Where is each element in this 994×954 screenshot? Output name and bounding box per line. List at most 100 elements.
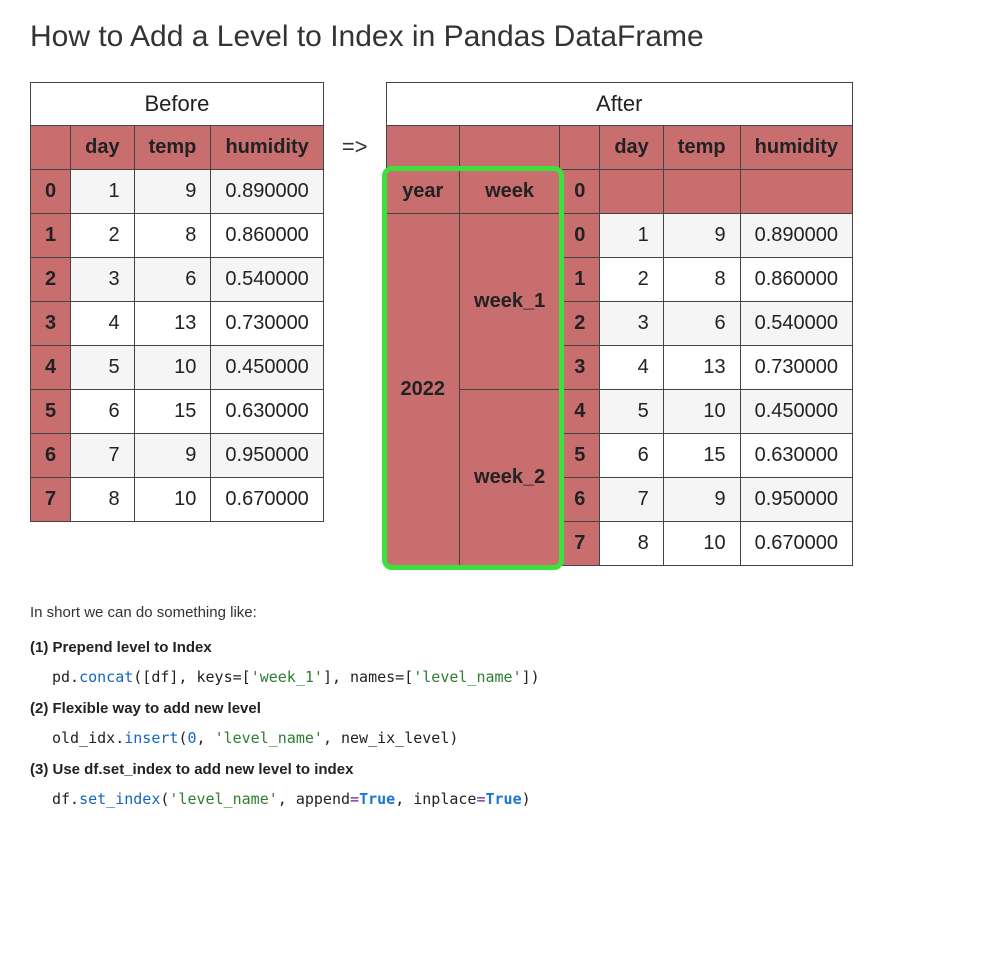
- after-blank-cell: [740, 170, 852, 214]
- explain-text: In short we can do something like:: [30, 604, 964, 621]
- section-2-code: old_idx.insert(0, 'level_name', new_ix_l…: [52, 729, 964, 747]
- after-cell-temp: 8: [663, 258, 740, 302]
- after-cell-temp: 6: [663, 302, 740, 346]
- after-idx-header-num: [560, 126, 600, 170]
- after-row-idx: 3: [560, 346, 600, 390]
- after-cell-humidity: 0.730000: [740, 346, 852, 390]
- before-cell-temp: 6: [134, 258, 211, 302]
- after-col-humidity: humidity: [740, 126, 852, 170]
- after-idx-header-week: [460, 126, 560, 170]
- before-idx-header: [31, 126, 71, 170]
- after-cell-humidity: 0.890000: [740, 214, 852, 258]
- after-cell-day: 8: [600, 522, 663, 566]
- after-col-temp: temp: [663, 126, 740, 170]
- before-cell-humidity: 0.540000: [211, 258, 323, 302]
- before-cell-humidity: 0.630000: [211, 390, 323, 434]
- before-col-temp: temp: [134, 126, 211, 170]
- after-caption: After: [386, 83, 852, 126]
- section-3-title: (3) Use df.set_index to add new level to…: [30, 761, 964, 778]
- after-cell-humidity: 0.950000: [740, 478, 852, 522]
- after-cell-day: 6: [600, 434, 663, 478]
- before-row-idx: 2: [31, 258, 71, 302]
- before-cell-humidity: 0.670000: [211, 478, 323, 522]
- before-cell-humidity: 0.450000: [211, 346, 323, 390]
- section-2-title: (2) Flexible way to add new level: [30, 700, 964, 717]
- before-cell-day: 5: [71, 346, 134, 390]
- before-cell-day: 3: [71, 258, 134, 302]
- after-cell-temp: 9: [663, 478, 740, 522]
- before-cell-humidity: 0.860000: [211, 214, 323, 258]
- after-index-name-week: week: [460, 170, 560, 214]
- before-cell-temp: 9: [134, 170, 211, 214]
- before-row-idx: 1: [31, 214, 71, 258]
- tables-row: Before day temp humidity 0190.8900001280…: [30, 82, 964, 566]
- before-cell-humidity: 0.730000: [211, 302, 323, 346]
- after-cell-temp: 13: [663, 346, 740, 390]
- before-cell-day: 7: [71, 434, 134, 478]
- page-title: How to Add a Level to Index in Pandas Da…: [30, 20, 964, 54]
- section-1-code: pd.concat([df], keys=['week_1'], names=[…: [52, 668, 964, 686]
- after-cell-humidity: 0.630000: [740, 434, 852, 478]
- section-1-title: (1) Prepend level to Index: [30, 639, 964, 656]
- before-col-day: day: [71, 126, 134, 170]
- before-cell-day: 8: [71, 478, 134, 522]
- before-row-idx: 3: [31, 302, 71, 346]
- section-3-code: df.set_index('level_name', append=True, …: [52, 790, 964, 808]
- before-row-idx: 5: [31, 390, 71, 434]
- after-row-idx: 2: [560, 302, 600, 346]
- section-2: (2) Flexible way to add new level old_id…: [30, 700, 964, 747]
- before-cell-day: 6: [71, 390, 134, 434]
- after-row-idx: 6: [560, 478, 600, 522]
- after-cell-temp: 10: [663, 522, 740, 566]
- before-row-idx: 7: [31, 478, 71, 522]
- before-cell-temp: 10: [134, 346, 211, 390]
- before-row-idx: 4: [31, 346, 71, 390]
- after-col-day: day: [600, 126, 663, 170]
- before-table: Before day temp humidity 0190.8900001280…: [30, 82, 324, 522]
- after-index-name-year: year: [386, 170, 460, 214]
- before-cell-day: 4: [71, 302, 134, 346]
- before-cell-temp: 15: [134, 390, 211, 434]
- after-cell-humidity: 0.450000: [740, 390, 852, 434]
- before-cell-day: 2: [71, 214, 134, 258]
- after-cell-temp: 15: [663, 434, 740, 478]
- after-cell-day: 4: [600, 346, 663, 390]
- after-year-cell: 2022: [386, 214, 460, 566]
- section-1: (1) Prepend level to Index pd.concat([df…: [30, 639, 964, 686]
- after-cell-day: 7: [600, 478, 663, 522]
- before-cell-humidity: 0.950000: [211, 434, 323, 478]
- after-blank-cell: [600, 170, 663, 214]
- after-cell-temp: 9: [663, 214, 740, 258]
- after-row-idx: 4: [560, 390, 600, 434]
- after-cell-humidity: 0.860000: [740, 258, 852, 302]
- after-row-idx: 1: [560, 258, 600, 302]
- before-cell-temp: 9: [134, 434, 211, 478]
- before-cell-temp: 13: [134, 302, 211, 346]
- after-week1-cell: week_1: [460, 214, 560, 390]
- section-3: (3) Use df.set_index to add new level to…: [30, 761, 964, 808]
- before-col-humidity: humidity: [211, 126, 323, 170]
- after-table: After day temp humidity year week 0 2022…: [386, 82, 853, 566]
- before-cell-day: 1: [71, 170, 134, 214]
- after-idx-header-year: [386, 126, 460, 170]
- after-row-idx: 0: [560, 214, 600, 258]
- after-row-idx: 7: [560, 522, 600, 566]
- after-cell-day: 1: [600, 214, 663, 258]
- before-cell-humidity: 0.890000: [211, 170, 323, 214]
- after-index-name-num: 0: [560, 170, 600, 214]
- arrow-icon: =>: [342, 134, 368, 160]
- after-cell-day: 5: [600, 390, 663, 434]
- before-row-idx: 0: [31, 170, 71, 214]
- before-cell-temp: 10: [134, 478, 211, 522]
- after-cell-temp: 10: [663, 390, 740, 434]
- after-cell-humidity: 0.670000: [740, 522, 852, 566]
- before-row-idx: 6: [31, 434, 71, 478]
- after-cell-day: 3: [600, 302, 663, 346]
- after-blank-cell: [663, 170, 740, 214]
- after-week2-cell: week_2: [460, 390, 560, 566]
- after-cell-humidity: 0.540000: [740, 302, 852, 346]
- before-caption: Before: [31, 83, 324, 126]
- after-row-idx: 5: [560, 434, 600, 478]
- before-cell-temp: 8: [134, 214, 211, 258]
- after-cell-day: 2: [600, 258, 663, 302]
